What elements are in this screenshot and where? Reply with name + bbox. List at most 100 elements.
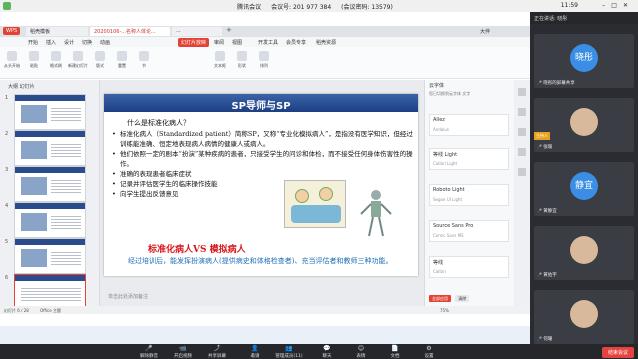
ribbon-button[interactable]: 版式 [90, 51, 110, 69]
play-icon [7, 51, 17, 61]
ribbon-tab[interactable]: 设计 [64, 39, 74, 46]
ribbon-toolbar: 从头开始 粘贴 格式刷 新建幻灯片 版式 重置 节 文本框 形状 排列 [0, 47, 530, 79]
font-card[interactable]: Roboto Light Segoe UI Light [429, 184, 509, 206]
tab-other[interactable]: ... [172, 27, 222, 36]
apply-all-button[interactable]: 全部应用 [429, 295, 451, 302]
ribbon-tab[interactable]: 开发工具 [258, 39, 278, 46]
slide-thumbnail[interactable]: 4 [5, 202, 86, 238]
ribbon-tab[interactable]: 开始 [28, 39, 38, 46]
ribbon-tab[interactable]: 审阅 [214, 39, 224, 46]
participant-tile[interactable]: 主持人 张瑜 [534, 98, 634, 152]
documents-button[interactable]: 📄 文档 [380, 346, 410, 359]
participant-tile[interactable]: 黄佑宇 [534, 226, 634, 280]
slide-thumbnail-active[interactable]: 6 [5, 274, 86, 310]
ribbon-button[interactable]: 重置 [112, 51, 132, 69]
invite-button[interactable]: 👤 邀请 [240, 346, 270, 359]
ribbon-tab[interactable]: 视图 [232, 39, 242, 46]
participant-tile[interactable]: 静宜 黄静宜 [534, 162, 634, 216]
invite-icon: 👤 [251, 345, 259, 352]
doctor-patient-cartoon [284, 180, 346, 228]
window-controls[interactable]: –□✕ [602, 2, 634, 9]
wps-user[interactable]: 大伴 [480, 28, 490, 35]
bullet-definition: 标准化病人（Standardized patient）简称SP，又称“专业化模拟… [112, 129, 418, 149]
more-icon[interactable] [518, 168, 526, 176]
slide[interactable]: SP导师与SP 什么是标准化病人？ 标准化病人（Standardized pat… [104, 94, 418, 276]
slide-thumbnail[interactable]: 3 [5, 166, 86, 202]
video-button[interactable]: 📹 开启视频 [168, 346, 198, 359]
settings-button[interactable]: ⚙ 设置 [414, 346, 444, 359]
share-icon: ⤴ [213, 345, 220, 352]
arrange-icon [259, 51, 269, 61]
font-card[interactable]: 等线 Calibri [429, 256, 509, 278]
participant-panel: 正在讲话: 晓彤 晓彤 晓彤的屏幕共享 主持人 张瑜 静宜 黄静宜 黄佑宇 何珊 [530, 12, 638, 344]
slide-thumbnail-pane: 大纲 幻灯片 1 2 3 4 5 6 [0, 80, 100, 310]
emoji-button[interactable]: 😊 表情 [346, 346, 376, 359]
gear-icon: ⚙ [426, 345, 432, 352]
ribbon-button[interactable]: 节 [134, 51, 154, 69]
camera-icon: 📹 [179, 345, 187, 352]
document-icon: 📄 [391, 345, 399, 352]
slide-thumbnail[interactable]: 1 [5, 94, 86, 130]
bullet-role: 他们依照一定的剧本“扮演”某种疾病的患者，只接受学生的问诊和体检，而不接受任何身… [112, 149, 418, 169]
mute-button[interactable]: 🎤 解除静音 [134, 346, 164, 359]
ribbon-button[interactable]: 文本框 [210, 51, 230, 69]
tab-current-ppt[interactable]: 20200106-...名称人体论... [90, 27, 170, 36]
screen: 腾讯会议 会议号: 201 977 384 (会议密码: 13579) 11:5… [0, 0, 638, 359]
meeting-toolbar: 🎤 解除静音 📹 开启视频 ⤴ 共享屏幕 👤 邀请 👥 管理成员(11) 💬 聊天 😊 表情 … [0, 344, 638, 359]
ribbon-tab[interactable]: 稻壳资源 [316, 39, 336, 46]
bullet-item: 准确的表现患者临床症状 [112, 169, 312, 179]
chat-button[interactable]: 💬 聊天 [312, 346, 342, 359]
thumbs-header[interactable]: 大纲 幻灯片 [0, 80, 99, 93]
wps-logo[interactable]: WPS [3, 27, 21, 35]
font-card[interactable]: 等线 Light Calibri Light [429, 148, 509, 170]
tab-docer[interactable]: 稻壳模板 [26, 27, 88, 36]
zoom-level[interactable]: 75% [440, 308, 449, 313]
paste-icon [29, 51, 39, 61]
microphone-icon: 🎤 [145, 345, 153, 352]
textbox-icon [215, 51, 225, 61]
ribbon-button[interactable]: 形状 [232, 51, 252, 69]
ribbon-tab[interactable]: 插入 [46, 39, 56, 46]
font-icon[interactable] [518, 128, 526, 136]
bullet-item: 向学生提出反馈意见 [112, 189, 312, 199]
theme-name: Office 主题 [40, 308, 61, 313]
app-name: 腾讯会议 [237, 4, 262, 11]
ribbon-button[interactable]: 格式刷 [46, 51, 66, 69]
slide-question: 什么是标准化病人？ [127, 119, 190, 127]
slide-thumbnail[interactable]: 2 [5, 130, 86, 166]
property-icon[interactable] [518, 88, 526, 96]
avatar: 静宜 [570, 172, 598, 200]
participant-tile[interactable]: 何珊 [534, 290, 634, 344]
ribbon-button[interactable]: 粘贴 [24, 51, 44, 69]
end-meeting-button[interactable]: 结束会议 [601, 347, 634, 358]
ribbon-tab[interactable]: 动画 [100, 39, 110, 46]
new-tab-icon[interactable]: + [226, 26, 232, 34]
participant-name: 黄静宜 [537, 208, 557, 214]
slide-canvas: SP导师与SP 什么是标准化病人？ 标准化病人（Standardized pat… [100, 80, 424, 306]
slide-counter: 幻灯片 6 / 28 [4, 308, 29, 313]
shared-desktop-background [0, 326, 530, 344]
bullet-item: 记录并评估医学生的临床操作技能 [112, 179, 312, 189]
ribbon-tab[interactable]: 会员专享 [286, 39, 306, 46]
ribbon-tab[interactable]: 切换 [82, 39, 92, 46]
manage-members-button[interactable]: 👥 管理成员(11) [274, 346, 304, 359]
participant-tile[interactable]: 晓彤 晓彤的屏幕共享 [534, 34, 634, 88]
share-screen-button[interactable]: ⤴ 共享屏幕 [202, 346, 232, 359]
slide-thumbnail[interactable]: 5 [5, 238, 86, 274]
clear-button[interactable]: 清除 [455, 295, 470, 302]
ribbon-button[interactable]: 从头开始 [2, 51, 22, 69]
animation-icon[interactable] [518, 108, 526, 116]
design-icon[interactable] [518, 148, 526, 156]
ribbon-button[interactable]: 排列 [254, 51, 274, 69]
clock: 11:59 [560, 2, 578, 9]
slide-paragraph: 经过培训后，能发挥扮演病人(提供病史和体格检查者)、充当评估者和教师三种功能。 [128, 257, 393, 265]
notes-placeholder[interactable]: 单击此处添加备注 [108, 293, 148, 300]
font-card[interactable]: Source Sans Pro Comic Sans MS [429, 220, 509, 242]
font-card[interactable]: Allez Andalus [429, 114, 509, 136]
avatar: 晓彤 [570, 44, 598, 72]
wps-titlebar: WPS 稻壳模板 20200106-...名称人体论... ... + 大伴 [0, 26, 530, 37]
ribbon-button[interactable]: 新建幻灯片 [68, 51, 88, 69]
ribbon-tab-slideshow[interactable]: 幻灯片放映 [178, 38, 210, 47]
speaking-indicator: 正在讲话: 晓彤 [530, 12, 638, 24]
slide-title: SP导师与SP [231, 101, 291, 112]
